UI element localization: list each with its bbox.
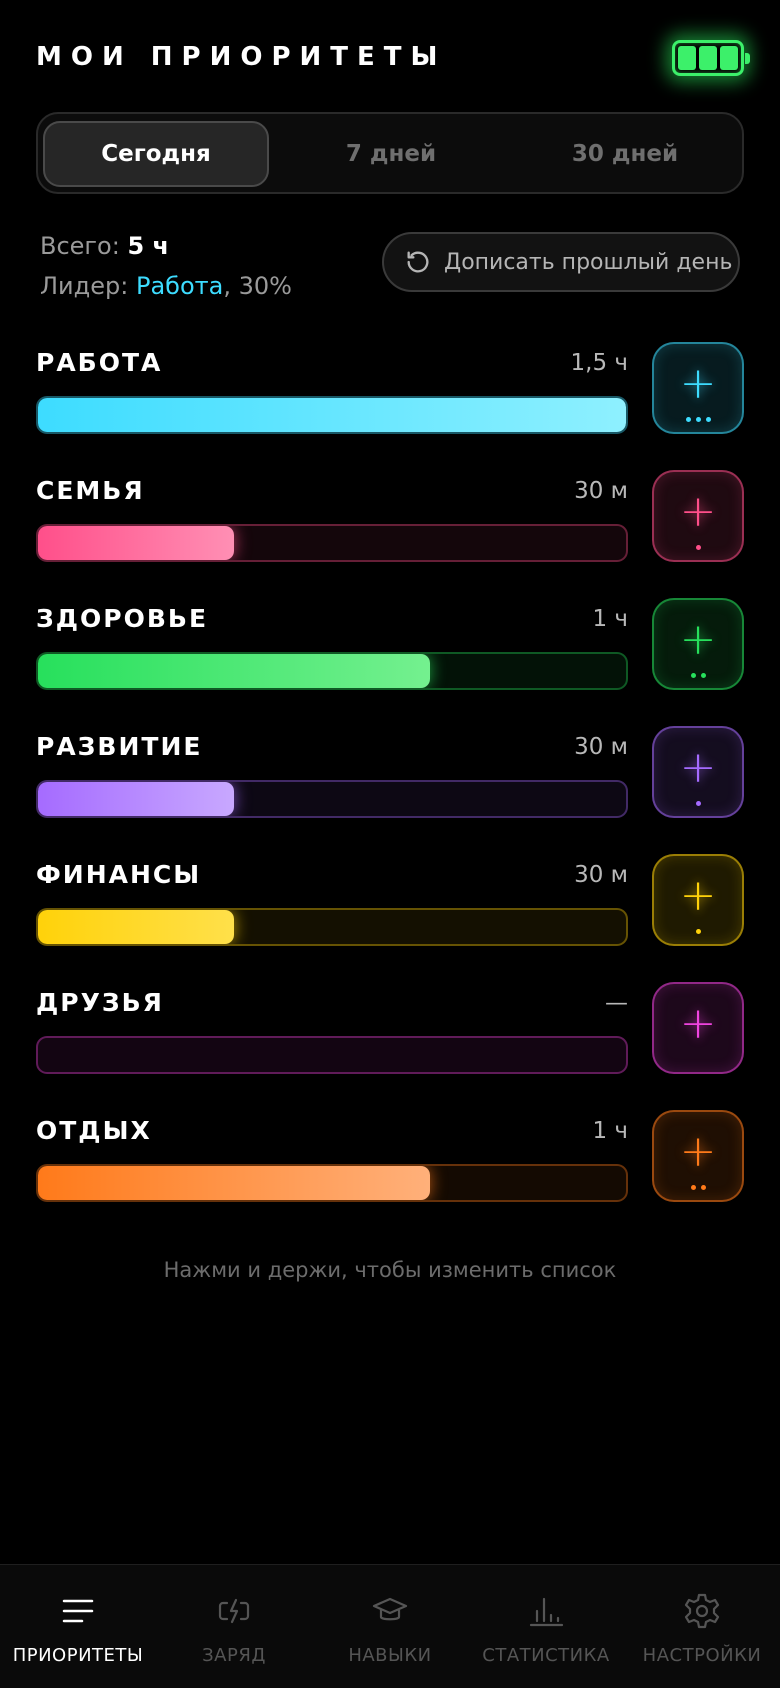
- entry-dots: [654, 545, 742, 550]
- tab-label: СТАТИСТИКА: [482, 1645, 610, 1666]
- progress-fill: [38, 782, 234, 816]
- plus-icon: +: [679, 870, 717, 921]
- category-name: СЕМЬЯ: [36, 476, 145, 505]
- bar-chart-icon: [529, 1597, 564, 1627]
- category-name: ФИНАНСЫ: [36, 860, 202, 889]
- plus-icon: +: [679, 486, 717, 537]
- category-row[interactable]: ФИНАНСЫ 30 м +: [36, 854, 744, 952]
- total-line: Всего: 5 ч: [40, 226, 292, 266]
- plus-icon: +: [679, 1126, 717, 1177]
- tab-priorities[interactable]: ПРИОРИТЕТЫ: [0, 1565, 156, 1688]
- progress-fill: [38, 654, 431, 688]
- hint-text: Нажми и держи, чтобы изменить список: [163, 1258, 617, 1282]
- tab-settings[interactable]: НАСТРОЙКИ: [624, 1565, 780, 1688]
- tab-label: ЗАРЯД: [202, 1645, 266, 1666]
- plus-icon: +: [679, 614, 717, 665]
- graduation-cap-icon: [372, 1597, 408, 1621]
- entry-dot: [695, 417, 701, 422]
- fill-previous-day-button[interactable]: Дописать прошлый день: [382, 232, 740, 292]
- progress-track: [36, 908, 628, 946]
- plus-icon: +: [679, 742, 717, 793]
- progress-track: [36, 1036, 628, 1074]
- add-time-button[interactable]: +: [652, 342, 744, 434]
- tab-today[interactable]: Сегодня: [43, 121, 269, 187]
- progress-fill: [38, 398, 626, 432]
- add-time-button[interactable]: +: [652, 598, 744, 690]
- leader-share: , 30%: [223, 272, 292, 300]
- category-row[interactable]: ОТДЫХ 1 ч +: [36, 1110, 744, 1208]
- leader-line: Лидер: Работа, 30%: [40, 266, 292, 306]
- list-icon: [62, 1599, 94, 1623]
- gear-icon: [684, 1593, 720, 1629]
- progress-track: [36, 524, 628, 562]
- leader-name: Работа: [135, 272, 224, 300]
- entry-dots: [654, 1185, 742, 1190]
- entry-dots: [654, 417, 742, 422]
- page-title: МОИ ПРИОРИТЕТЫ: [36, 42, 447, 72]
- tab-statistics[interactable]: СТАТИСТИКА: [468, 1565, 624, 1688]
- tab-label: НАВЫКИ: [348, 1645, 432, 1666]
- category-row[interactable]: ЗДОРОВЬЕ 1 ч +: [36, 598, 744, 696]
- progress-fill: [38, 526, 234, 560]
- category-name: ЗДОРОВЬЕ: [36, 604, 209, 633]
- entry-dot: [695, 545, 701, 550]
- total-value: 5 ч: [127, 232, 169, 260]
- entry-dot: [700, 1185, 706, 1190]
- period-selector: Сегодня 7 дней 30 дней: [36, 112, 744, 194]
- entry-dot: [690, 1185, 696, 1190]
- category-time: 30 м: [574, 478, 628, 504]
- plus-icon: +: [679, 358, 717, 409]
- battery-full-icon[interactable]: [672, 40, 750, 76]
- progress-track: [36, 1164, 628, 1202]
- category-row[interactable]: ДРУЗЬЯ — +: [36, 982, 744, 1080]
- progress-fill: [38, 910, 234, 944]
- category-time: —: [605, 990, 628, 1016]
- entry-dot: [685, 417, 691, 422]
- add-time-button[interactable]: +: [652, 854, 744, 946]
- category-name: ДРУЗЬЯ: [36, 988, 164, 1017]
- progress-track: [36, 396, 628, 434]
- fill-previous-day-label: Дописать прошлый день: [444, 249, 733, 275]
- entry-dot: [705, 417, 711, 422]
- history-icon: [407, 251, 429, 273]
- progress-fill: [38, 1166, 431, 1200]
- add-time-button[interactable]: +: [652, 726, 744, 818]
- plus-icon: +: [679, 998, 717, 1049]
- category-name: РАБОТА: [36, 348, 163, 377]
- bottom-nav: ПРИОРИТЕТЫ ЗАРЯД НАВЫКИ СТАТИСТИКА НАСТР…: [0, 1564, 780, 1688]
- total-label: Всего:: [40, 232, 120, 260]
- tab-7-days[interactable]: 7 дней: [278, 121, 504, 187]
- entry-dots: [654, 673, 742, 678]
- tab-30-days[interactable]: 30 дней: [512, 121, 738, 187]
- tab-charge[interactable]: ЗАРЯД: [156, 1565, 312, 1688]
- entry-dots: [654, 929, 742, 934]
- tab-skills[interactable]: НАВЫКИ: [312, 1565, 468, 1688]
- entry-dots: [654, 801, 742, 806]
- tab-label: НАСТРОЙКИ: [642, 1645, 762, 1666]
- add-time-button[interactable]: +: [652, 470, 744, 562]
- category-time: 30 м: [574, 862, 628, 888]
- progress-track: [36, 780, 628, 818]
- charge-icon: [218, 1598, 250, 1624]
- add-time-button[interactable]: +: [652, 982, 744, 1074]
- entry-dot: [690, 673, 696, 678]
- summary: Всего: 5 ч Лидер: Работа, 30%: [40, 226, 292, 306]
- category-name: ОТДЫХ: [36, 1116, 152, 1145]
- tab-label: ПРИОРИТЕТЫ: [12, 1645, 144, 1666]
- leader-label: Лидер:: [40, 272, 129, 300]
- category-row[interactable]: РАБОТА 1,5 ч +: [36, 342, 744, 440]
- entry-dot: [695, 929, 701, 934]
- header: МОИ ПРИОРИТЕТЫ: [36, 38, 750, 104]
- category-time: 1 ч: [592, 1118, 628, 1144]
- entry-dot: [700, 673, 706, 678]
- progress-track: [36, 652, 628, 690]
- category-row[interactable]: РАЗВИТИЕ 30 м +: [36, 726, 744, 824]
- category-row[interactable]: СЕМЬЯ 30 м +: [36, 470, 744, 568]
- category-name: РАЗВИТИЕ: [36, 732, 203, 761]
- category-time: 1,5 ч: [570, 350, 628, 376]
- entry-dot: [695, 801, 701, 806]
- category-time: 30 м: [574, 734, 628, 760]
- category-time: 1 ч: [592, 606, 628, 632]
- add-time-button[interactable]: +: [652, 1110, 744, 1202]
